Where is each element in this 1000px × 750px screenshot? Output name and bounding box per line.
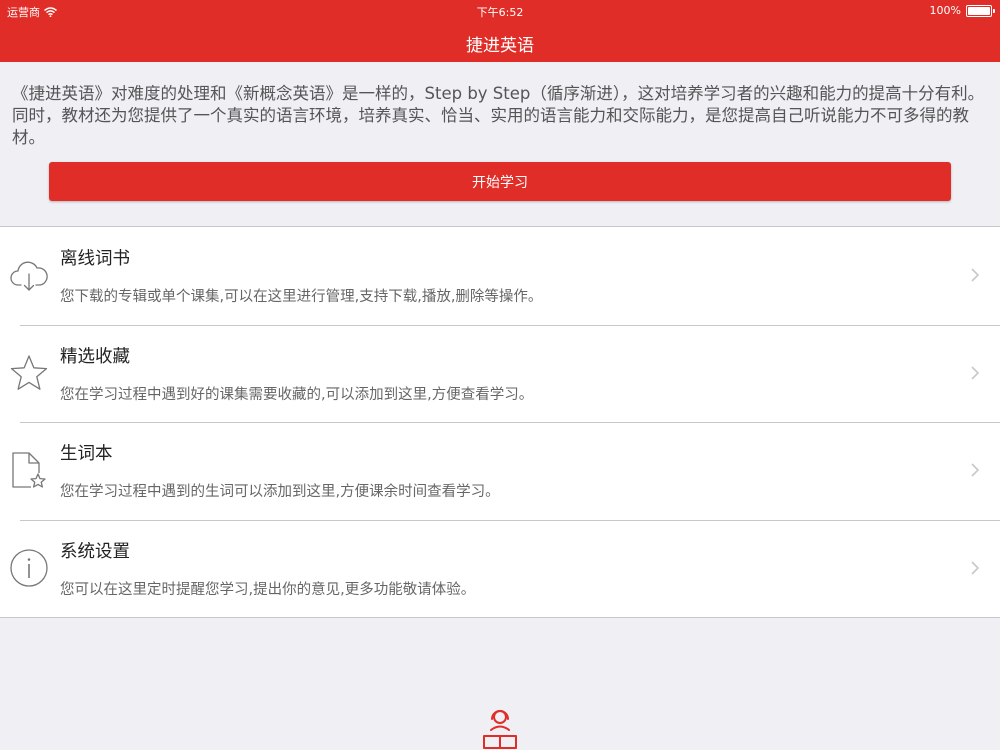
menu-item-settings[interactable]: 系统设置 您可以在这里定时提醒您学习,提出你的意见,更多功能敬请体验。 (0, 519, 1000, 618)
menu-item-vocabulary-book[interactable]: 生词本 您在学习过程中遇到的生词可以添加到这里,方便课余时间查看学习。 (0, 422, 1000, 520)
menu-item-description: 您在学习过程中遇到的生词可以添加到这里,方便课余时间查看学习。 (60, 484, 500, 500)
chevron-right-icon (971, 463, 980, 477)
menu-item-title: 精选收藏 (60, 346, 130, 367)
start-learning-button[interactable]: 开始学习 (49, 162, 951, 201)
chevron-right-icon (971, 268, 980, 282)
menu-item-title: 生词本 (60, 444, 113, 464)
navigation-bar: 运营商 下午6:52 100% 捷进英语 (0, 0, 1000, 62)
status-bar: 运营商 下午6:52 100% (0, 0, 1000, 22)
menu-item-offline-wordbook[interactable]: 离线词书 您下载的专辑或单个课集,可以在这里进行管理,支持下载,播放,删除等操作… (0, 227, 1000, 325)
menu-item-title: 系统设置 (60, 541, 130, 562)
battery-icon (966, 4, 995, 17)
menu-item-title: 离线词书 (60, 249, 130, 269)
page-title: 捷进英语 (466, 36, 534, 56)
document-star-icon (9, 450, 49, 490)
menu-item-favorites[interactable]: 精选收藏 您在学习过程中遇到好的课集需要收藏的,可以添加到这里,方便查看学习。 (0, 324, 1000, 423)
status-time: 下午6:52 (476, 6, 524, 19)
intro-text: 《捷进英语》对难度的处理和《新概念英语》是一样的，Step by Step（循序… (12, 84, 985, 147)
reader-logo-icon (483, 710, 517, 749)
menu-item-description: 您下载的专辑或单个课集,可以在这里进行管理,支持下载,播放,删除等操作。 (60, 289, 543, 305)
cloud-download-icon (9, 255, 49, 295)
chevron-right-icon (971, 560, 980, 575)
info-icon (9, 548, 49, 588)
menu-item-description: 您可以在这里定时提醒您学习,提出你的意见,更多功能敬请体验。 (60, 581, 476, 598)
chevron-right-icon (971, 365, 980, 380)
battery-label: 100% (929, 4, 961, 17)
battery-indicator: 100% (929, 4, 995, 17)
menu-item-description: 您在学习过程中遇到好的课集需要收藏的,可以添加到这里,方便查看学习。 (60, 386, 534, 403)
menu-list: 离线词书 您下载的专辑或单个课集,可以在这里进行管理,支持下载,播放,删除等操作… (0, 226, 1000, 618)
star-icon (9, 353, 49, 393)
